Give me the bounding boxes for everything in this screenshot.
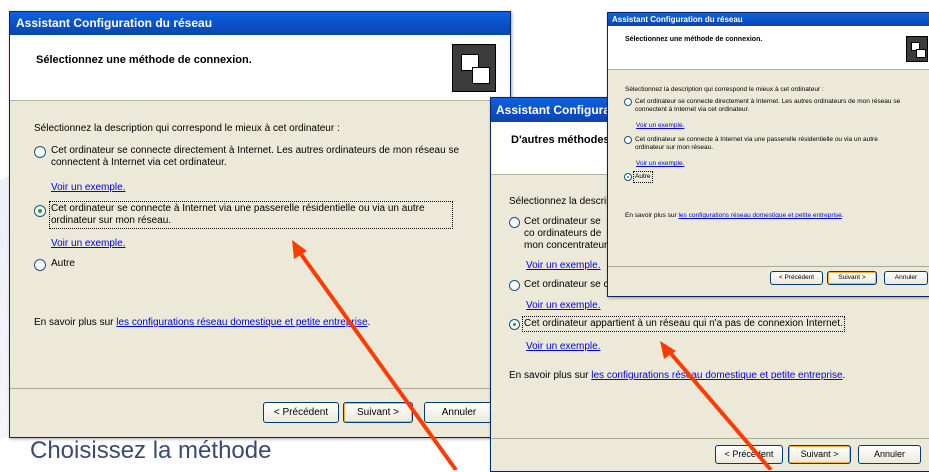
arrow-to-gateway-option — [292, 240, 458, 470]
annotation-arrows — [292, 240, 773, 470]
arrow-to-no-internet-option — [660, 341, 773, 470]
